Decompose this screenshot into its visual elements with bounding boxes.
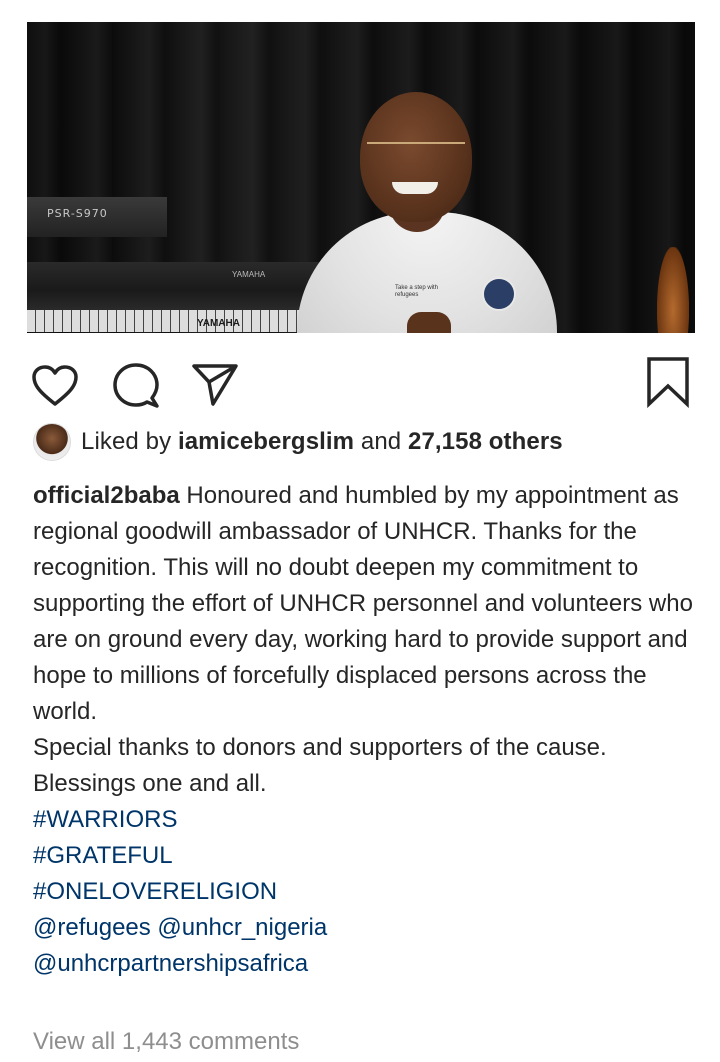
keyboard-lower	[27, 262, 327, 332]
mentions-line-2[interactable]: @unhcrpartnershipsafrica	[33, 946, 693, 982]
keyboard-model-label: PSR-S970	[47, 207, 108, 220]
shirt-print: Take a step with refugees	[395, 285, 439, 298]
comment-bubble-icon[interactable]	[112, 362, 160, 410]
hashtag-warriors[interactable]: #WARRIORS	[33, 802, 693, 838]
liked-by-user[interactable]: iamicebergslim	[178, 428, 354, 455]
likes-text: Liked by iamicebergslim and 27,158 other…	[81, 428, 563, 455]
heart-outline-icon[interactable]	[31, 364, 79, 408]
view-all-comments-link[interactable]: View all 1,443 comments	[33, 1024, 299, 1060]
caption-line2: Special thanks to donors and supporters …	[33, 734, 607, 797]
post-image[interactable]: PSR-S970 YAMAHA YAMAHA Take a step with …	[27, 22, 695, 333]
guitar	[657, 247, 689, 333]
keyboard-brand-label-2: YAMAHA	[197, 318, 240, 329]
keyboard-brand-label: YAMAHA	[232, 270, 266, 279]
smile	[392, 182, 438, 194]
action-bar	[27, 356, 693, 408]
fist	[407, 312, 451, 333]
likes-row: Liked by iamicebergslim and 27,158 other…	[33, 422, 693, 462]
post-caption: official2baba Honoured and humbled by my…	[33, 478, 693, 982]
likes-count[interactable]: 27,158 others	[408, 428, 563, 455]
caption-username[interactable]: official2baba	[33, 482, 180, 509]
hashtag-grateful[interactable]: #GRATEFUL	[33, 838, 693, 874]
avatar[interactable]	[33, 423, 71, 461]
bookmark-outline-icon[interactable]	[645, 356, 691, 408]
mentions-line-1[interactable]: @refugees @unhcr_nigeria	[33, 910, 693, 946]
paper-plane-icon[interactable]	[191, 362, 239, 408]
caption-body: official2baba Honoured and humbled by my…	[33, 482, 693, 725]
hashtag-oneloverereligion[interactable]: #ONELOVERELIGION	[33, 874, 693, 910]
shirt-badge	[482, 277, 516, 311]
glasses	[367, 142, 465, 166]
